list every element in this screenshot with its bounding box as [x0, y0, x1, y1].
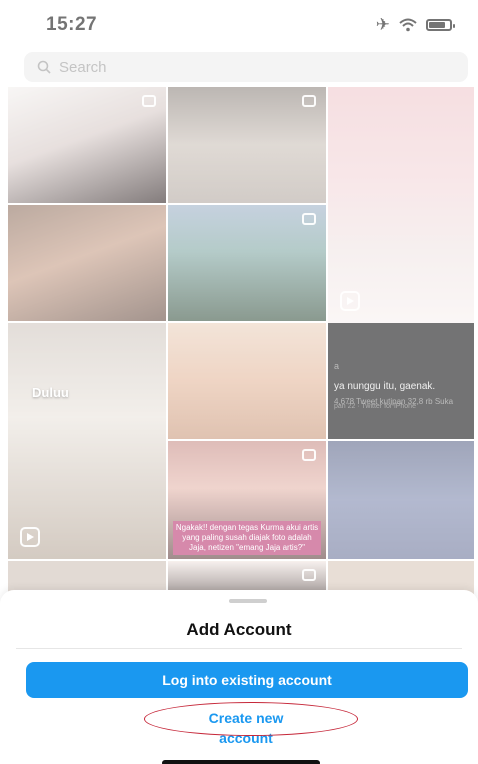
log-into-existing-account-button[interactable]: Log into existing account	[26, 662, 468, 698]
create-new-account-link[interactable]: Create new account	[180, 708, 312, 746]
explore-screen: 15:27 ✈ Search Duluu a ya nunggu itu, ga…	[0, 0, 478, 764]
sheet-title: Add Account	[186, 620, 292, 639]
home-indicator	[162, 760, 320, 764]
sheet-grabber[interactable]	[229, 599, 267, 603]
divider	[16, 648, 462, 649]
add-account-sheet: Add Account Log into existing account Cr…	[0, 590, 478, 764]
